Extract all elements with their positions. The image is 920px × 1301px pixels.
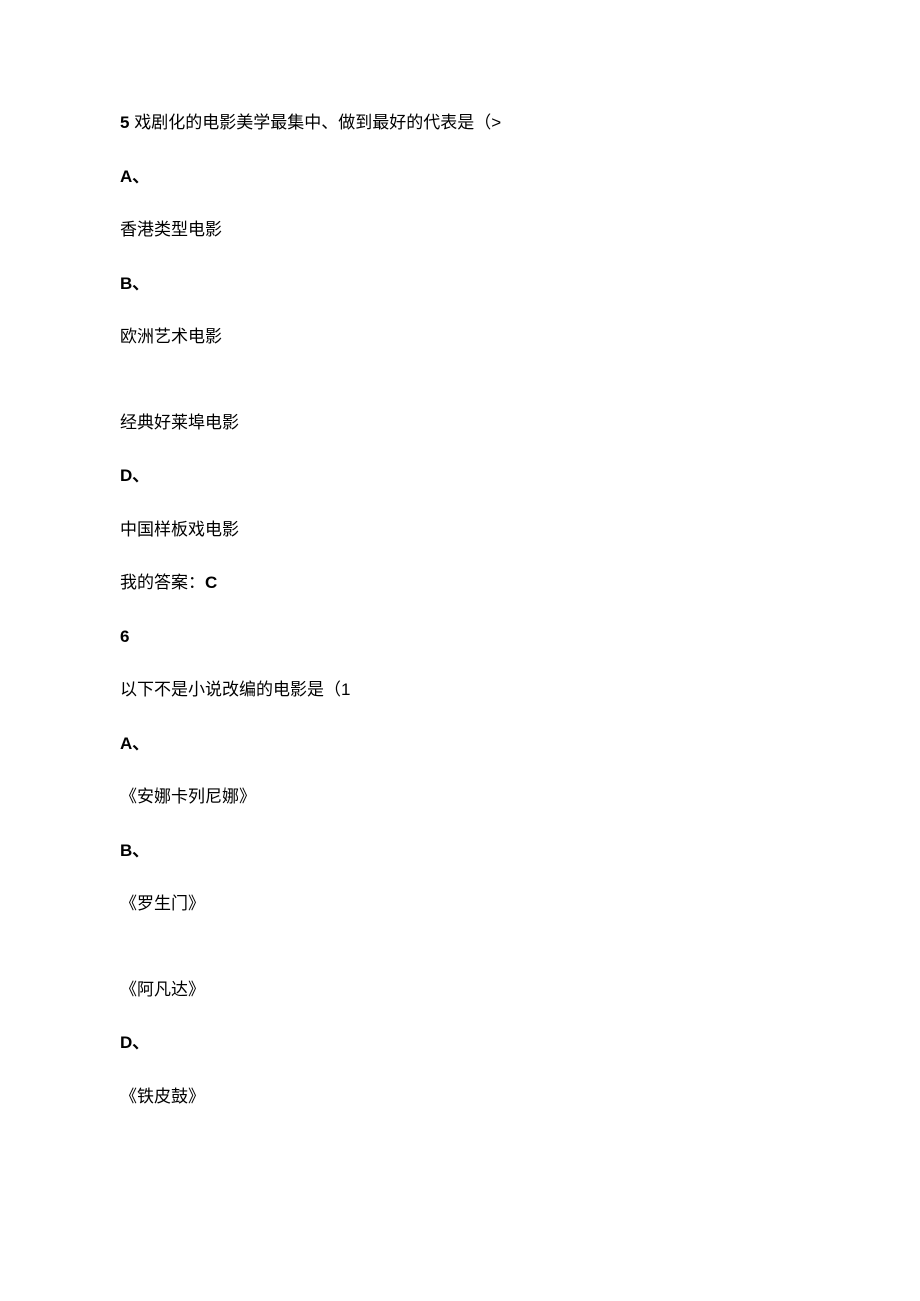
question-5-stem: 5 戏剧化的电影美学最集中、做到最好的代表是（> [120, 110, 800, 136]
option-D-label: D、 [120, 463, 800, 489]
option-A-label: A、 [120, 164, 800, 190]
question-5-text: 戏剧化的电影美学最集中、做到最好的代表是（> [129, 113, 501, 132]
document-page: 5 戏剧化的电影美学最集中、做到最好的代表是（> A、 香港类型电影 B、 欧洲… [0, 0, 920, 1197]
option-B-label: B、 [120, 838, 800, 864]
question-6-number: 6 [120, 624, 800, 650]
my-answer-value: C [205, 573, 217, 592]
my-answer-line: 我的答案：C [120, 570, 800, 596]
option-C-text: 经典好莱埠电影 [120, 410, 800, 436]
option-A-label: A、 [120, 731, 800, 757]
my-answer-label: 我的答案： [120, 573, 205, 592]
option-B-text: 欧洲艺术电影 [120, 324, 800, 350]
option-B-label: B、 [120, 271, 800, 297]
option-C-text: 《阿凡达》 [120, 977, 800, 1003]
option-D-label: D、 [120, 1030, 800, 1056]
option-A-text: 《安娜卡列尼娜》 [120, 784, 800, 810]
option-A-text: 香港类型电影 [120, 217, 800, 243]
question-6-text: 以下不是小说改编的电影是（1 [120, 677, 800, 703]
option-D-text: 《铁皮鼓》 [120, 1084, 800, 1110]
option-B-text: 《罗生门》 [120, 891, 800, 917]
option-D-text: 中国样板戏电影 [120, 517, 800, 543]
